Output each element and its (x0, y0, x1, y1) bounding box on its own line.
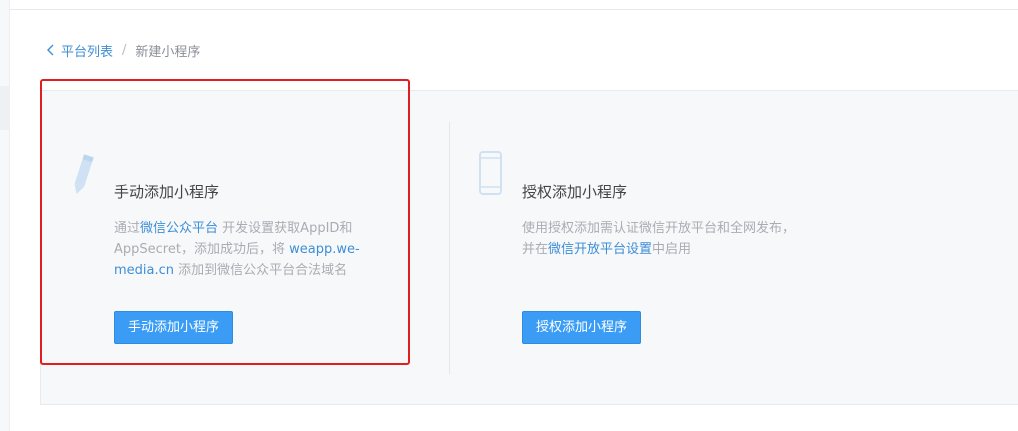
manual-add-title: 手动添加小程序 (114, 183, 220, 201)
side-nav-rail (0, 0, 10, 431)
side-nav-active-item[interactable] (0, 86, 10, 130)
breadcrumb-separator: / (122, 42, 127, 58)
authorize-add-button[interactable]: 授权添加小程序 (522, 311, 642, 344)
breadcrumb: 平台列表 / 新建小程序 (46, 40, 200, 60)
breadcrumb-parent-label: 平台列表 (61, 44, 114, 60)
manual-add-button[interactable]: 手动添加小程序 (114, 311, 234, 344)
open-platform-settings-link[interactable]: 微信开放平台设置 (548, 242, 652, 257)
manual-desc-text-3: 添加到微信公众平台合法域名 (178, 263, 348, 278)
breadcrumb-back-link[interactable]: 平台列表 (46, 41, 113, 60)
pencil-icon (74, 154, 94, 194)
top-header-bar (10, 0, 1018, 10)
authorize-desc-line-2: 并在微信开放平台设置中启用 (522, 239, 822, 260)
chevron-left-icon (47, 44, 54, 56)
manual-add-description: 通过微信公众平台 开发设置获取AppID和AppSecret，添加成功后，将 w… (114, 218, 376, 281)
authorize-desc-line-1: 使用授权添加需认证微信开放平台和全网发布， (522, 221, 796, 236)
option-divider (449, 122, 450, 374)
authorize-add-title: 授权添加小程序 (522, 183, 628, 201)
manual-desc-text-1: 通过 (114, 221, 141, 236)
wechat-mp-link[interactable]: 微信公众平台 (140, 221, 218, 236)
authorize-add-description: 使用授权添加需认证微信开放平台和全网发布， 并在微信开放平台设置中启用 (522, 218, 822, 260)
mobile-phone-icon (479, 151, 502, 195)
authorize-desc-text-2: 并在 (522, 242, 549, 257)
breadcrumb-current-label: 新建小程序 (135, 44, 201, 60)
authorize-desc-text-3: 中启用 (652, 242, 692, 257)
